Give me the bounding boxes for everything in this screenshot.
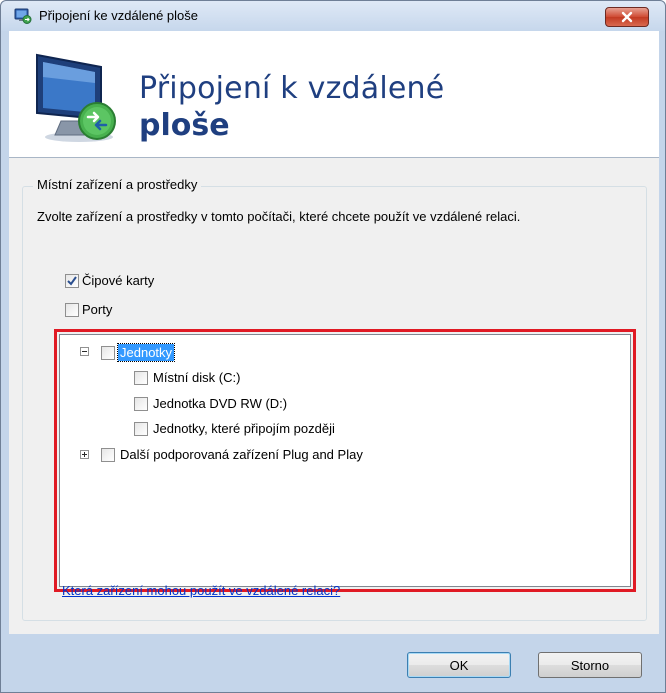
- ports-checkbox[interactable]: [65, 302, 79, 317]
- tree-item-later-drives[interactable]: Jednotky, které připojím později: [134, 420, 337, 437]
- tree-item-pnp[interactable]: Další podporovaná zařízení Plug and Play: [101, 446, 365, 463]
- groupbox-description: Zvolte zařízení a prostředky v tomto poč…: [37, 209, 521, 224]
- smart-cards-label: Čipové karty: [82, 273, 155, 288]
- dvd-drive-checkbox[interactable]: [134, 396, 148, 411]
- help-link[interactable]: Která zařízení mohou použít ve vzdálené …: [62, 583, 340, 598]
- smart-cards-checkbox[interactable]: [65, 273, 79, 288]
- header-title-line1: Připojení k vzdálené: [139, 71, 445, 106]
- ports-label: Porty: [82, 302, 113, 317]
- checkmark-icon: [67, 275, 77, 286]
- window-title: Připojení ke vzdálené ploše: [39, 8, 198, 23]
- close-button[interactable]: [605, 7, 649, 27]
- drives-checkbox[interactable]: [101, 345, 115, 360]
- local-disk-label: Místní disk (C:): [153, 370, 241, 385]
- ok-button[interactable]: OK: [407, 652, 511, 678]
- ports-option[interactable]: Porty: [65, 302, 112, 317]
- remote-desktop-app-icon: [14, 8, 32, 24]
- remote-desktop-monitor-icon: [31, 47, 123, 145]
- header-title-line2: ploše: [139, 108, 230, 143]
- collapse-drives-icon[interactable]: [80, 347, 89, 356]
- groupbox-legend: Místní zařízení a prostředky: [33, 177, 202, 192]
- cancel-button[interactable]: Storno: [538, 652, 642, 678]
- later-drives-checkbox[interactable]: [134, 421, 148, 436]
- smart-cards-option[interactable]: Čipové karty: [65, 273, 154, 288]
- dvd-drive-label: Jednotka DVD RW (D:): [153, 396, 288, 411]
- expand-pnp-icon[interactable]: [80, 450, 89, 459]
- close-x-icon: [620, 11, 634, 23]
- tree-item-local-disk[interactable]: Místní disk (C:): [134, 369, 242, 386]
- dialog-window: Připojení ke vzdálené ploše Připojení k …: [0, 0, 666, 693]
- tree-item-dvd-drive[interactable]: Jednotka DVD RW (D:): [134, 395, 289, 412]
- tree-item-drives[interactable]: Jednotky: [101, 343, 176, 362]
- title-bar[interactable]: Připojení ke vzdálené ploše: [1, 1, 665, 31]
- local-disk-checkbox[interactable]: [134, 370, 148, 385]
- later-drives-label: Jednotky, které připojím později: [153, 421, 335, 436]
- drives-label: Jednotky: [116, 343, 176, 362]
- pnp-label: Další podporovaná zařízení Plug and Play: [120, 447, 363, 462]
- pnp-checkbox[interactable]: [101, 447, 115, 462]
